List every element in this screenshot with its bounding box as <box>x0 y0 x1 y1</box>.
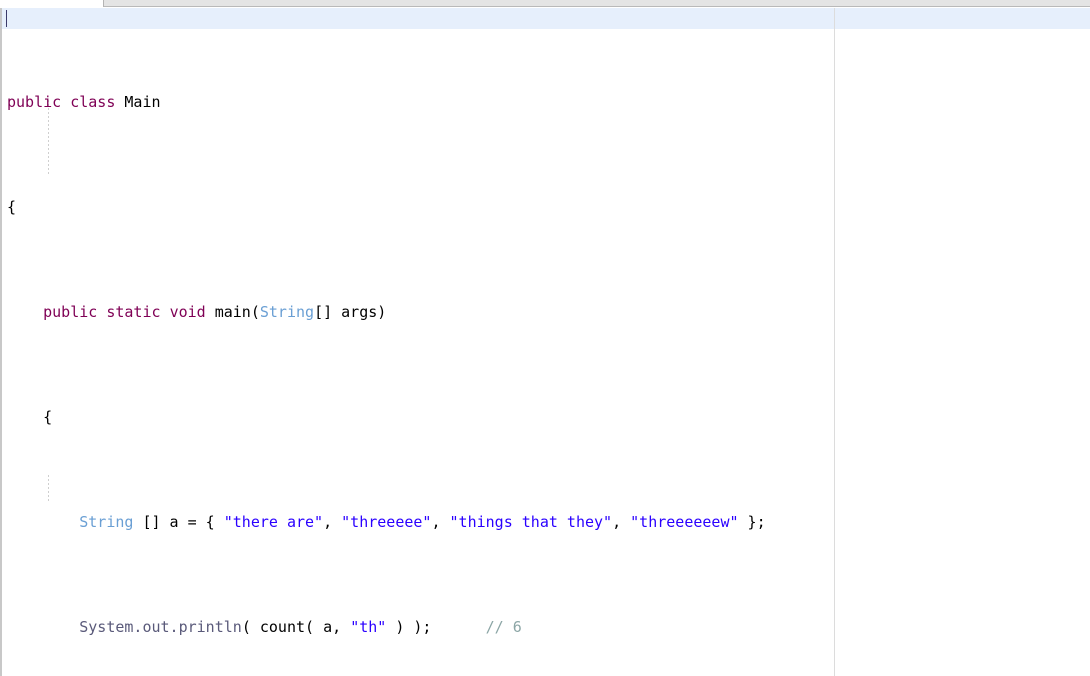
token-comma: , <box>431 513 450 531</box>
code-line-4[interactable]: { <box>0 407 766 428</box>
token-call-args: ( count( a, <box>241 618 351 636</box>
token-keyword-void: void <box>169 303 206 321</box>
token-keyword-public: public <box>7 93 62 111</box>
token-string-literal: "threeeee" <box>341 513 432 531</box>
token-call-close: ) ); <box>386 618 432 636</box>
token-string-literal: "there are" <box>223 513 324 531</box>
token-array-close: }; <box>738 513 766 531</box>
code-editor-surface[interactable]: public class Main { public static void m… <box>0 8 1090 676</box>
print-margin-guide <box>834 8 835 676</box>
token-string-literal: "th" <box>350 618 387 636</box>
token-string-literal: "threeeeeew" <box>630 513 739 531</box>
token-type-string: String <box>259 303 315 321</box>
token-string-literal: "things that they" <box>449 513 613 531</box>
token-array-decl: [] a = { <box>133 513 224 531</box>
code-text[interactable]: public class Main { public static void m… <box>0 8 766 676</box>
token-comma: , <box>323 513 342 531</box>
token-line-comment: // 6 <box>485 618 522 636</box>
token-class-name: Main <box>124 93 161 111</box>
code-line-6[interactable]: System.out.println( count( a, "th" ) ); … <box>0 617 766 638</box>
token-type-string: String <box>79 513 134 531</box>
token-brace-open-main: { <box>43 408 53 426</box>
editor-tab-active[interactable] <box>0 0 104 7</box>
token-params-args: [] args) <box>314 303 387 321</box>
code-line-2[interactable]: { <box>0 197 766 218</box>
token-method-main: main( <box>214 303 260 321</box>
editor-tab-strip <box>0 0 1090 7</box>
token-keyword-public: public <box>43 303 98 321</box>
token-comma: , <box>612 513 631 531</box>
token-brace-open-class: { <box>7 198 17 216</box>
token-keyword-class: class <box>70 93 116 111</box>
token-keyword-static: static <box>106 303 161 321</box>
code-line-5[interactable]: String [] a = { "there are", "threeeee",… <box>0 512 766 533</box>
token-println-call: System.out.println <box>79 618 242 636</box>
code-line-1[interactable]: public class Main <box>0 92 766 113</box>
code-line-3[interactable]: public static void main(String[] args) <box>0 302 766 323</box>
